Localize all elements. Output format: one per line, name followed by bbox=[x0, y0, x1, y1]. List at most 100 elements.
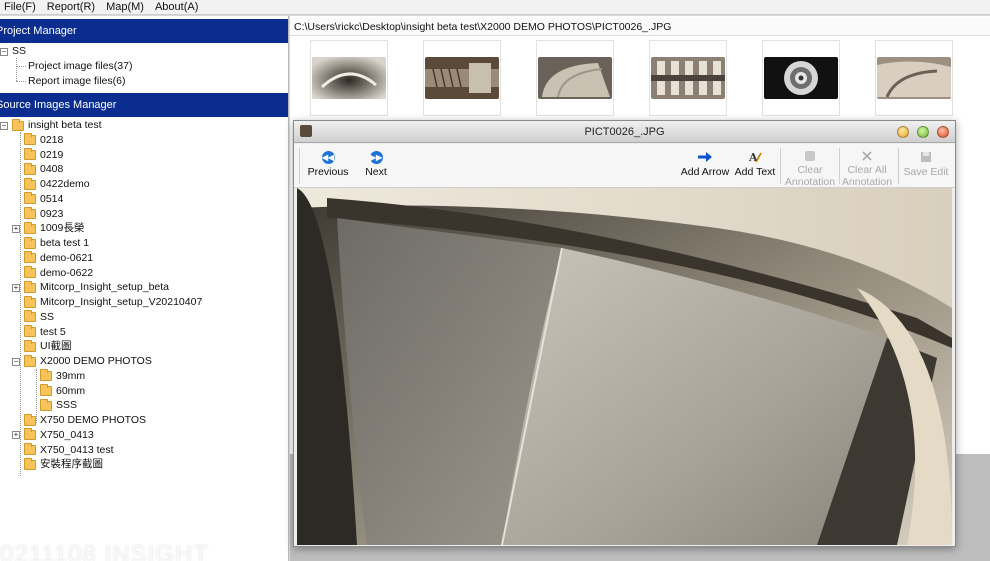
clear-all-icon bbox=[860, 150, 874, 162]
tree-node-folder[interactable]: + X750_0413 bbox=[12, 428, 94, 443]
tree-node-folder[interactable]: 0422demo bbox=[24, 177, 90, 192]
clear-all-annotation-button[interactable]: Clear All Annotation bbox=[841, 147, 893, 188]
next-icon: ▶▶ bbox=[369, 150, 383, 164]
expand-icon[interactable]: + bbox=[12, 224, 20, 233]
minimize-button[interactable] bbox=[897, 126, 909, 138]
viewer-toolbar: ◀◀ Previous ▶▶ Next Add Arrow A Add Text bbox=[294, 144, 955, 188]
menu-report[interactable]: Report(R) bbox=[42, 0, 101, 14]
thumbnail[interactable] bbox=[536, 40, 614, 116]
tree-label: 安裝程序截圖 bbox=[40, 458, 103, 471]
folder-icon bbox=[24, 207, 36, 219]
tree-label: X750_0413 bbox=[40, 428, 94, 441]
thumbnail[interactable] bbox=[875, 40, 953, 116]
tree-node-folder[interactable]: X750_0413 test bbox=[24, 443, 114, 458]
folder-icon bbox=[24, 428, 36, 441]
tree-node-subfolder[interactable]: 39mm bbox=[40, 369, 85, 384]
clear-all-label-line2: Annotation bbox=[841, 176, 893, 188]
tree-label: 39mm bbox=[56, 369, 86, 382]
application-window: File(F) Report(R) Map(M) About(A) Projec… bbox=[0, 0, 990, 561]
text-tool-icon: A bbox=[748, 150, 762, 164]
tree-node-folder[interactable]: UI截圖 bbox=[24, 339, 72, 354]
tree-label: 0219 bbox=[40, 148, 64, 161]
arrow-icon bbox=[698, 150, 712, 164]
collapse-icon[interactable]: − bbox=[0, 121, 8, 130]
next-button[interactable]: ▶▶ Next bbox=[361, 147, 391, 185]
menu-file[interactable]: File(F) bbox=[0, 0, 42, 14]
tree-node-subfolder[interactable]: 60mm bbox=[40, 384, 85, 399]
tree-label: X750_0413 test bbox=[40, 443, 114, 456]
tree-node-folder[interactable]: 0218 bbox=[24, 133, 63, 148]
save-edit-button[interactable]: Save Edit bbox=[901, 147, 951, 185]
thumbnail[interactable] bbox=[423, 40, 501, 116]
viewer-title-bar[interactable]: PICT0026_.JPG bbox=[294, 121, 955, 143]
add-arrow-label: Add Arrow bbox=[680, 166, 730, 178]
close-button[interactable] bbox=[937, 126, 949, 138]
tree-label: X750 DEMO PHOTOS bbox=[40, 414, 147, 426]
tree-label: Report image files(6) bbox=[28, 75, 126, 87]
folder-icon bbox=[24, 443, 36, 455]
tree-node-folder[interactable]: +1009長榮 bbox=[12, 221, 84, 236]
tree-label: X2000 DEMO PHOTOS bbox=[40, 355, 152, 367]
tree-node-folder[interactable]: Mitcorp_Insight_setup_V20210407 bbox=[24, 295, 202, 310]
tree-label: 0923 bbox=[40, 207, 64, 220]
thumbnail[interactable] bbox=[762, 40, 840, 116]
thumbnail-image-blade-edge bbox=[877, 57, 951, 99]
clear-all-label-line1: Clear All bbox=[847, 164, 887, 176]
tree-node-folder[interactable]: 0219 bbox=[24, 148, 63, 163]
folder-icon bbox=[24, 280, 36, 293]
thumbnail-image-turbine-swirl bbox=[312, 57, 386, 99]
project-manager-header[interactable]: Project Manager bbox=[0, 19, 288, 43]
photo-canvas bbox=[297, 188, 952, 545]
menu-map[interactable]: Map(M) bbox=[101, 0, 150, 14]
tree-label: Mitcorp_Insight_setup_beta bbox=[40, 281, 169, 294]
tree-node-source-root[interactable]: − insight beta test bbox=[0, 118, 102, 133]
maximize-button[interactable] bbox=[917, 126, 929, 138]
thumbnail[interactable] bbox=[649, 40, 727, 116]
tree-node-folder[interactable]: + Mitcorp_Insight_setup_beta bbox=[12, 280, 169, 295]
tree-node-folder[interactable]: 0923 bbox=[24, 207, 63, 222]
inspection-photo[interactable] bbox=[297, 188, 952, 545]
next-label: Next bbox=[365, 166, 387, 178]
previous-button[interactable]: ◀◀ Previous bbox=[306, 147, 350, 185]
tree-node-report-images[interactable]: Report image files(6) bbox=[28, 74, 125, 89]
previous-icon: ◀◀ bbox=[321, 150, 335, 164]
tree-node-folder[interactable]: − X2000 DEMO PHOTOS bbox=[12, 354, 152, 369]
tree-node-folder[interactable]: SS bbox=[24, 310, 54, 325]
folder-icon bbox=[24, 236, 36, 249]
menu-bar: File(F) Report(R) Map(M) About(A) bbox=[0, 0, 990, 15]
toolbar-separator bbox=[839, 148, 840, 184]
add-text-label: Add Text bbox=[734, 166, 776, 178]
tree-node-folder[interactable]: beta test 1 bbox=[24, 236, 89, 251]
tree-label: SS bbox=[12, 45, 27, 57]
thumbnail-image-curved-blade bbox=[538, 57, 612, 99]
tree-node-folder[interactable]: demo-0621 bbox=[24, 251, 93, 266]
project-tree: − SS Project image files(37) Report imag… bbox=[0, 44, 288, 92]
tree-node-folder[interactable]: test 5 bbox=[24, 325, 66, 340]
source-images-manager-header[interactable]: Source Images Manager bbox=[0, 93, 288, 117]
thumbnail[interactable] bbox=[310, 40, 388, 116]
folder-icon bbox=[24, 295, 36, 308]
tree-node-folder[interactable]: X750 DEMO PHOTOS bbox=[24, 413, 146, 428]
tree-label: Project image files(37) bbox=[28, 60, 133, 72]
add-text-button[interactable]: A Add Text bbox=[734, 147, 776, 185]
tree-node-project-images[interactable]: Project image files(37) bbox=[28, 59, 132, 74]
toolbar-grip bbox=[299, 148, 300, 184]
clear-annotation-button[interactable]: Clear Annotation bbox=[784, 147, 836, 188]
add-arrow-button[interactable]: Add Arrow bbox=[680, 147, 730, 185]
tree-node-folder[interactable]: 0514 bbox=[24, 192, 63, 207]
folder-icon bbox=[24, 266, 36, 278]
expand-icon[interactable]: + bbox=[12, 283, 20, 292]
tree-node-folder[interactable]: 安裝程序截圖 bbox=[24, 457, 103, 472]
thumbnail-image-bearing-ring bbox=[764, 57, 838, 99]
tree-label: Mitcorp_Insight_setup_V20210407 bbox=[40, 296, 203, 308]
tree-node-folder[interactable]: demo-0622 bbox=[24, 266, 93, 281]
tree-label: beta test 1 bbox=[40, 237, 90, 249]
collapse-icon[interactable]: − bbox=[12, 357, 20, 366]
collapse-icon[interactable]: − bbox=[0, 47, 8, 56]
tree-node-subfolder[interactable]: SSS bbox=[40, 398, 77, 413]
tree-node-folder[interactable]: 0408 bbox=[24, 162, 63, 177]
clear-annotation-label-line1: Clear bbox=[797, 164, 823, 176]
menu-about[interactable]: About(A) bbox=[150, 0, 204, 14]
expand-icon[interactable]: + bbox=[12, 431, 20, 440]
tree-node-project-root[interactable]: − SS bbox=[0, 44, 26, 59]
